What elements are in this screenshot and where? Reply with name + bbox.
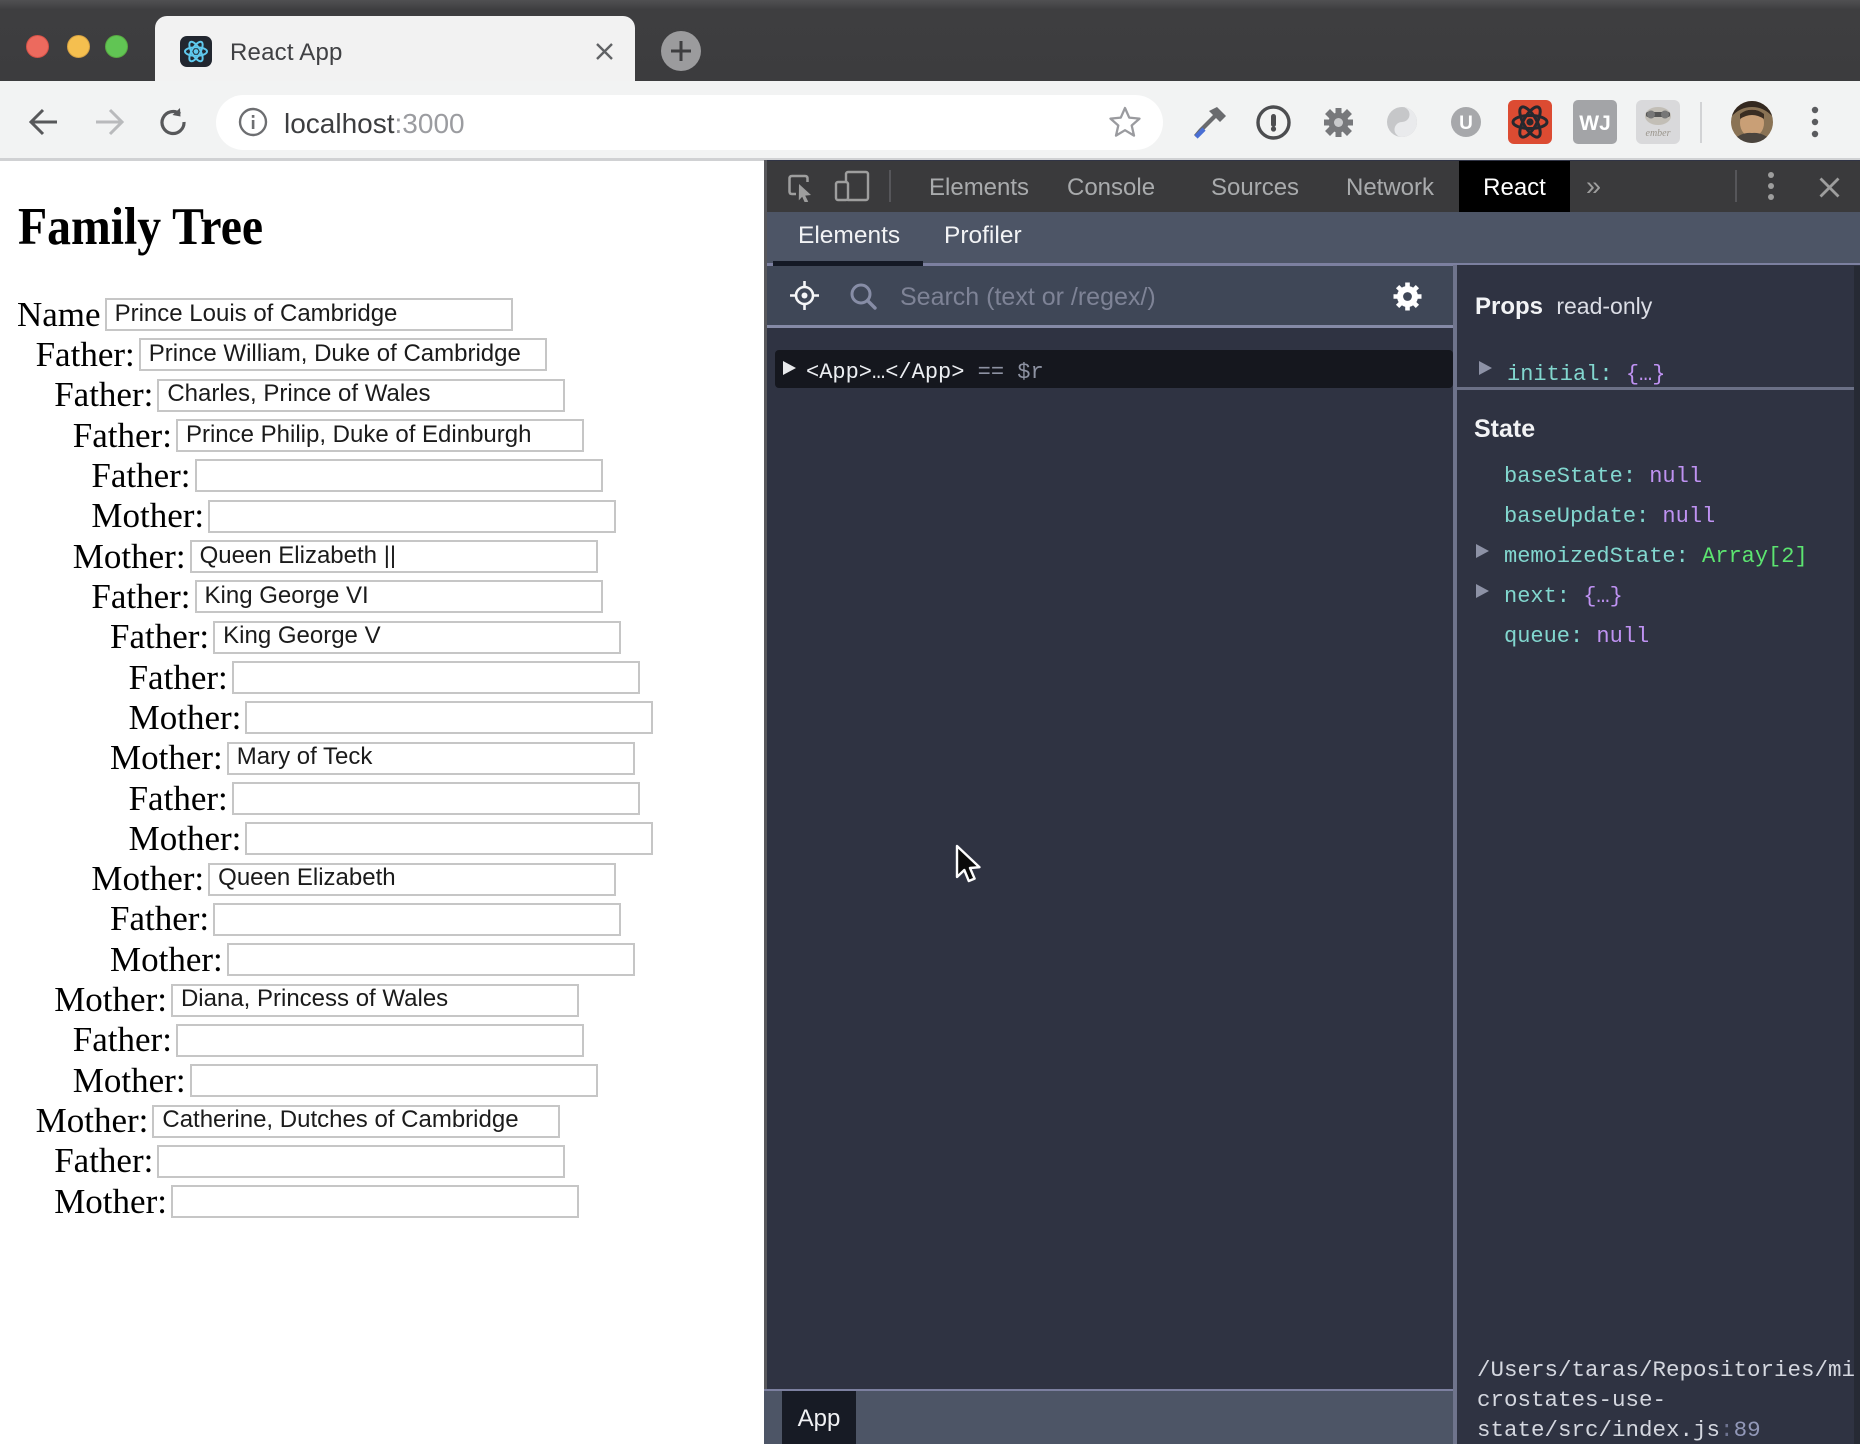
svg-text:ember: ember: [1646, 128, 1671, 139]
svg-text:U: U: [1459, 113, 1473, 134]
svg-text:WJ: WJ: [1579, 112, 1611, 135]
